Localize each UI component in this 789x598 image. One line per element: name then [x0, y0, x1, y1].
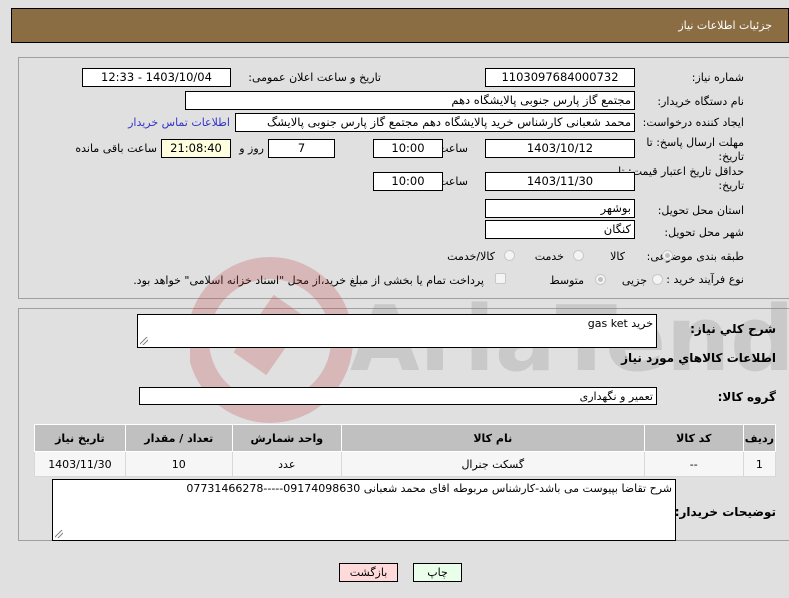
category-option-service: خدمت — [534, 250, 564, 263]
purchase-type-radio-minor[interactable] — [652, 274, 663, 285]
delivery-province-field: بوشهر — [485, 199, 635, 218]
cell-unit: عدد — [231, 451, 342, 477]
purchase-type-option-minor: جزیی — [621, 274, 647, 287]
resize-grip-icon[interactable] — [55, 530, 63, 538]
summary-textarea[interactable]: خرید gas ket — [137, 314, 657, 348]
page-header: جزئیات اطلاعات نیاز — [11, 8, 789, 43]
response-deadline-label-2: تاریخ: — [718, 150, 744, 163]
need-number-label: شماره نیاز: — [691, 71, 744, 84]
summary-label: شرح کلي نياز: — [690, 322, 776, 336]
buyer-org-field: مجتمع گاز پارس جنوبی پالایشگاه دهم — [185, 91, 635, 110]
page-title: جزئیات اطلاعات نیاز — [678, 19, 772, 32]
col-header-unit: واحد شمارش — [231, 424, 342, 452]
cell-need-date: 1403/11/30 — [34, 451, 126, 477]
buyer-notes-text: شرح تقاضا بپیوست می باشد-کارشناس مربوطه … — [186, 482, 672, 495]
days-label: روز و — [239, 142, 264, 155]
cell-item-name: گسکت جنرال — [340, 451, 645, 477]
purchase-type-radio-medium[interactable] — [595, 274, 606, 285]
buyer-contact-link[interactable]: اطلاعات تماس خریدار — [128, 116, 230, 129]
col-header-item-code: کد کالا — [643, 424, 744, 452]
need-number-field: 1103097684000732 — [485, 68, 635, 87]
delivery-city-label: شهر محل تحویل: — [664, 226, 744, 239]
days-remaining-field: 7 — [268, 139, 335, 158]
col-header-need-date: تاریخ نیاز — [34, 424, 126, 452]
col-header-item-name: نام کالا — [340, 424, 645, 452]
buyer-notes-label: توضیحات خریدار: — [674, 505, 776, 519]
resize-grip-icon[interactable] — [140, 337, 148, 345]
price-validity-label: حداقل تاریخ اعتبار قیمت: تا — [618, 165, 744, 178]
table-header-row: ردیف کد کالا نام کالا واحد شمارش تعداد /… — [34, 424, 777, 452]
buyer-notes-textarea[interactable]: شرح تقاضا بپیوست می باشد-کارشناس مربوطه … — [52, 479, 676, 541]
goods-table: ردیف کد کالا نام کالا واحد شمارش تعداد /… — [34, 424, 777, 477]
table-row: 1 -- گسکت جنرال عدد 10 1403/11/30 — [34, 451, 777, 477]
announce-datetime-label: تاریخ و ساعت اعلان عمومی: — [248, 71, 381, 84]
buyer-org-label: نام دستگاه خریدار: — [657, 95, 744, 108]
goods-group-field: تعمیر و نگهداری — [139, 387, 657, 405]
goods-group-label: گروه کالا: — [717, 390, 776, 404]
cell-row-number: 1 — [742, 451, 777, 477]
price-validity-label-2: تاریخ: — [718, 179, 744, 192]
category-radio-service[interactable] — [573, 250, 584, 261]
cell-item-code: -- — [643, 451, 744, 477]
treasury-bonds-checkbox[interactable] — [495, 273, 506, 284]
category-radio-goods-service[interactable] — [504, 250, 515, 261]
response-deadline-label: مهلت ارسال پاسخ: تا — [646, 136, 744, 149]
back-button[interactable]: بازگشت — [339, 563, 398, 582]
time-remaining-field: 21:08:40 — [161, 139, 231, 158]
col-header-quantity: تعداد / مقدار — [124, 424, 233, 452]
category-radio-goods[interactable] — [662, 250, 673, 261]
delivery-province-label: استان محل تحویل: — [657, 204, 744, 217]
requester-label: ایجاد کننده درخواست: — [642, 116, 744, 129]
price-validity-time: 10:00 — [373, 172, 443, 191]
delivery-city-field: کنگان — [485, 220, 635, 239]
announce-datetime-field: 1403/10/04 - 12:33 — [82, 68, 231, 87]
purchase-type-label: نوع فرآیند خرید : — [666, 273, 744, 286]
print-button[interactable]: چاپ — [413, 563, 462, 582]
time-remaining-label: ساعت باقی مانده — [75, 142, 157, 155]
price-validity-date: 1403/11/30 — [485, 172, 635, 191]
purchase-type-option-medium: متوسط — [549, 274, 584, 287]
goods-section-title: اطلاعات کالاهاي مورد نياز — [621, 351, 776, 365]
response-deadline-time: 10:00 — [373, 139, 443, 158]
treasury-bonds-label: پرداخت تمام یا بخشی از مبلغ خرید،از محل … — [133, 274, 484, 287]
response-deadline-date: 1403/10/12 — [485, 139, 635, 158]
category-option-goods-service: کالا/خدمت — [447, 250, 495, 263]
cell-quantity: 10 — [124, 451, 233, 477]
requester-field: محمد شعبانی کارشناس خرید پالایشگاه دهم م… — [235, 113, 635, 132]
col-header-row-number: ردیف — [742, 424, 777, 452]
summary-text: خرید gas ket — [587, 317, 653, 330]
category-option-goods: کالا — [610, 250, 625, 263]
